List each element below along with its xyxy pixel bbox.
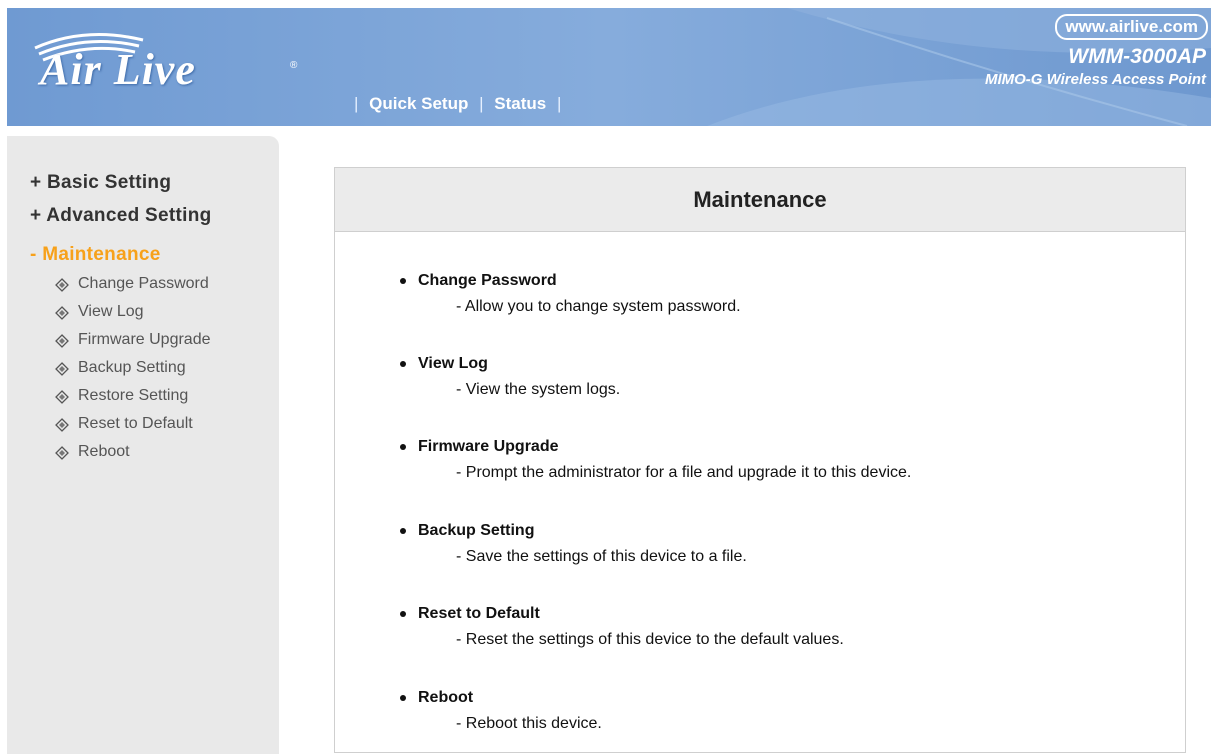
sidebar-item-label: Restore Setting [78, 387, 189, 404]
item-title: Change Password [397, 272, 741, 290]
item-title-text: Firmware Upgrade [418, 438, 559, 455]
sidebar-item-label: Firmware Upgrade [78, 331, 211, 348]
item-title: Backup Setting [397, 522, 747, 540]
sidebar-basic-setting[interactable]: + Basic Setting [30, 172, 171, 194]
sidebar-item-label: Backup Setting [78, 359, 186, 376]
diamond-bullet-icon [55, 278, 69, 292]
item-description: - Allow you to change system password. [456, 298, 741, 315]
item-title: Reset to Default [397, 605, 844, 623]
item-title-text: Change Password [418, 272, 557, 289]
sidebar: + Basic Setting + Advanced Setting - Mai… [7, 136, 279, 754]
bullet-dot-icon [400, 611, 406, 617]
website-badge[interactable]: www.airlive.com [1055, 14, 1208, 40]
sidebar-maintenance[interactable]: - Maintenance [30, 244, 161, 266]
sidebar-item-reboot[interactable]: Reboot [55, 443, 130, 461]
list-item-reset-to-default: Reset to Default - Reset the settings of… [397, 605, 844, 649]
item-title: Reboot [397, 689, 602, 707]
maintenance-panel: Maintenance Change Password - Allow you … [334, 167, 1186, 753]
item-title-text: Reset to Default [418, 605, 540, 622]
sidebar-item-label: Change Password [78, 275, 209, 292]
sidebar-item-backup-setting[interactable]: Backup Setting [55, 359, 186, 377]
item-description: - Save the settings of this device to a … [456, 548, 747, 565]
bullet-dot-icon [400, 444, 406, 450]
sidebar-item-view-log[interactable]: View Log [55, 303, 144, 321]
diamond-bullet-icon [55, 362, 69, 376]
list-item-reboot: Reboot - Reboot this device. [397, 689, 602, 733]
diamond-bullet-icon [55, 334, 69, 348]
nav-separator: | [556, 94, 562, 113]
item-title-text: View Log [418, 355, 488, 372]
sidebar-item-restore-setting[interactable]: Restore Setting [55, 387, 189, 405]
nav-separator: | [479, 94, 484, 113]
status-link[interactable]: Status [494, 94, 546, 113]
bullet-dot-icon [400, 278, 406, 284]
item-description: - Prompt the administrator for a file an… [456, 464, 912, 481]
airlive-logo[interactable]: Air Live [40, 44, 196, 95]
header-banner: Air Live ® | Quick Setup | Status | www.… [7, 8, 1211, 126]
diamond-bullet-icon [55, 418, 69, 432]
sidebar-item-reset-to-default[interactable]: Reset to Default [55, 415, 193, 433]
item-title-text: Reboot [418, 689, 474, 706]
bullet-dot-icon [400, 528, 406, 534]
nav-separator: | [354, 94, 359, 113]
sidebar-item-label: View Log [78, 303, 144, 320]
diamond-bullet-icon [55, 306, 69, 320]
top-nav: | Quick Setup | Status | [348, 94, 567, 114]
registered-mark: ® [290, 60, 298, 71]
list-item-firmware-upgrade: Firmware Upgrade - Prompt the administra… [397, 438, 911, 482]
item-title: View Log [397, 355, 620, 373]
sidebar-item-firmware-upgrade[interactable]: Firmware Upgrade [55, 331, 211, 349]
sidebar-item-change-password[interactable]: Change Password [55, 275, 209, 293]
item-title-text: Backup Setting [418, 522, 535, 539]
diamond-bullet-icon [55, 446, 69, 460]
item-description: - View the system logs. [456, 381, 621, 398]
page-title: Maintenance [335, 168, 1185, 232]
item-description: - Reset the settings of this device to t… [456, 631, 844, 648]
product-subtitle: MIMO-G Wireless Access Point [984, 71, 1206, 88]
bullet-dot-icon [400, 361, 406, 367]
sidebar-item-label: Reset to Default [78, 415, 193, 432]
list-item-view-log: View Log - View the system logs. [397, 355, 620, 399]
bullet-dot-icon [400, 695, 406, 701]
model-name: WMM-3000AP [1068, 45, 1206, 68]
list-item-backup-setting: Backup Setting - Save the settings of th… [397, 522, 747, 566]
item-title: Firmware Upgrade [397, 438, 911, 456]
item-description: - Reboot this device. [456, 715, 602, 732]
quick-setup-link[interactable]: Quick Setup [369, 94, 468, 113]
brand-block: www.airlive.com WMM-3000AP MIMO-G Wirele… [985, 14, 1211, 89]
sidebar-advanced-setting[interactable]: + Advanced Setting [30, 205, 212, 227]
list-item-change-password: Change Password - Allow you to change sy… [397, 272, 741, 316]
diamond-bullet-icon [55, 390, 69, 404]
